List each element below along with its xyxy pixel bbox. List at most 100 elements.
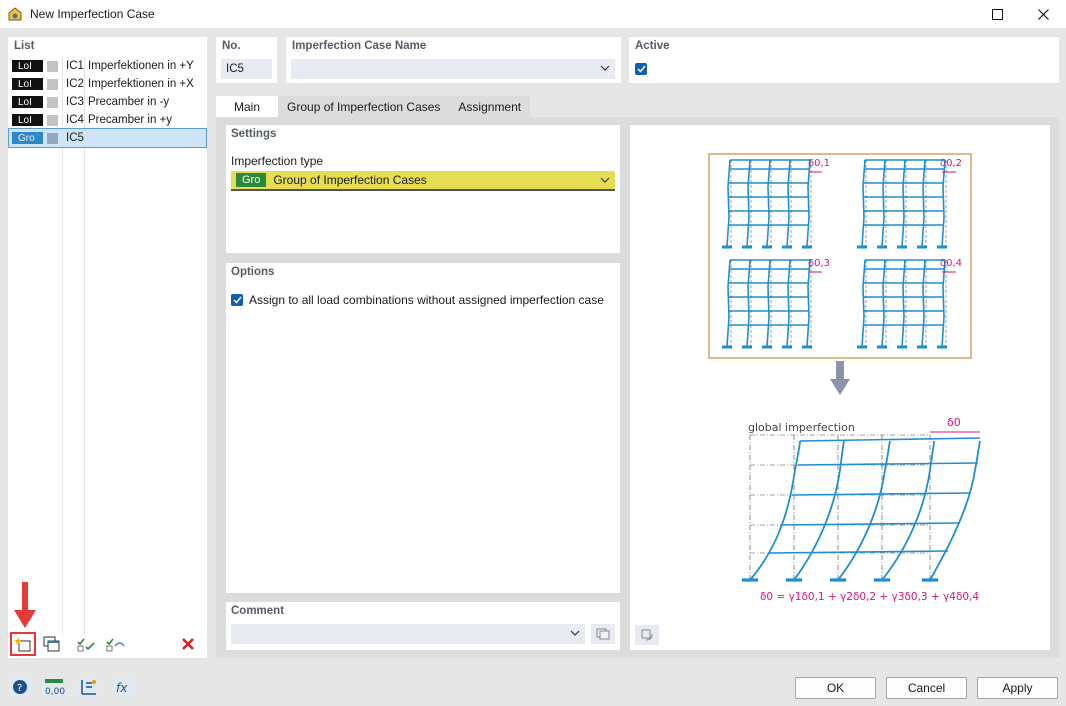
active-checkbox[interactable] (635, 63, 647, 75)
maximize-button[interactable] (974, 0, 1020, 28)
check-all-button[interactable] (76, 634, 98, 654)
color-swatch (47, 60, 58, 72)
settings-section: Settings Imperfection type Gro Group of … (226, 125, 620, 253)
rotate-view-icon (641, 629, 653, 641)
color-swatch (47, 114, 58, 126)
name-panel: Imperfection Case Name (286, 37, 621, 83)
number-label: No. (222, 40, 241, 52)
list-item-description: Precamber in +y (88, 114, 173, 126)
list-item-selected[interactable]: Gro IC5 (8, 128, 207, 148)
frame-2 (855, 158, 949, 249)
red-arrow-icon (14, 582, 36, 628)
list-item-code: IC5 (66, 132, 84, 144)
svg-text:?: ? (17, 683, 22, 694)
name-label: Imperfection Case Name (292, 40, 427, 52)
global-frame (742, 434, 981, 582)
list-item-code: IC4 (66, 114, 84, 126)
function-icon: fx (113, 677, 135, 697)
chevron-down-icon (570, 630, 580, 636)
cancel-button[interactable]: Cancel (886, 677, 967, 699)
list-item[interactable]: LoI IC3 Precamber in -y (9, 93, 206, 111)
list-item-description: Precamber in -y (88, 96, 170, 108)
dialog-footer: ? 0,00 fx OK Cancel Apply (0, 664, 1066, 706)
global-imperfection-label: global imperfection (748, 421, 855, 434)
window-title: New Imperfection Case (30, 7, 155, 21)
frame-1 (720, 158, 814, 249)
list-item-description: Imperfektionen in +Y (88, 60, 194, 72)
options-header: Options (231, 266, 275, 278)
apply-button[interactable]: Apply (977, 677, 1058, 699)
list-header: List (14, 40, 35, 52)
ok-button[interactable]: OK (795, 677, 876, 699)
delete-icon (182, 638, 194, 650)
toggle-check-icon (106, 638, 125, 652)
delta-label-1: δ0,1 (808, 158, 830, 173)
model-view-icon (78, 677, 100, 697)
frame-4 (855, 258, 949, 349)
units-button[interactable]: 0,00 (42, 675, 66, 699)
help-icon: ? (9, 677, 31, 697)
type-tag: LoI (12, 60, 43, 72)
list-toolbar (8, 631, 207, 657)
copy-item-button[interactable] (41, 634, 63, 654)
list-item[interactable]: LoI IC4 Precamber in +y (9, 111, 206, 129)
title-bar: New Imperfection Case (0, 0, 1066, 28)
name-combobox[interactable] (291, 59, 615, 79)
tab-assignment[interactable]: Assignment (449, 96, 531, 117)
delta-text-4: δ0,4 (940, 258, 962, 269)
down-arrow-icon (830, 361, 850, 395)
list-items: LoI IC1 Imperfektionen in +Y LoI IC2 Imp… (8, 57, 207, 148)
svg-text:fx: fx (116, 681, 128, 695)
copy-icon (43, 636, 60, 652)
help-button[interactable]: ? (8, 675, 32, 699)
imperfection-type-value: Group of Imperfection Cases (273, 173, 427, 187)
formula-button[interactable]: fx (112, 675, 136, 699)
settings-header: Settings (231, 128, 277, 140)
model-view-button[interactable] (77, 675, 101, 699)
color-swatch (47, 96, 58, 108)
checklist-icon (77, 638, 95, 652)
diagram-rotate-button[interactable] (635, 625, 659, 645)
delta-text-2: δ0,2 (940, 158, 962, 169)
tab-group-of-imperfection-cases[interactable]: Group of Imperfection Cases (278, 96, 450, 117)
list-item[interactable]: LoI IC1 Imperfektionen in +Y (9, 57, 206, 75)
number-field[interactable]: IC5 (221, 59, 272, 79)
close-icon (1037, 8, 1049, 20)
delta-text-3: δ0,3 (808, 258, 830, 269)
comment-header: Comment (231, 605, 285, 617)
library-icon (596, 628, 610, 640)
imperfection-type-tag: Gro (236, 173, 267, 187)
tab-main[interactable]: Main (216, 96, 279, 117)
list-item-description: Imperfektionen in +X (88, 78, 194, 90)
frame-3 (720, 258, 814, 349)
new-item-button[interactable] (10, 632, 36, 656)
check-icon (636, 65, 646, 73)
type-tag: LoI (12, 78, 43, 90)
imperfection-type-select[interactable]: Gro Group of Imperfection Cases (231, 171, 615, 191)
imperfection-type-label: Imperfection type (231, 154, 324, 168)
delta-text-1: δ0,1 (808, 158, 830, 169)
color-swatch (47, 132, 58, 144)
options-section: Options Assign to all load combinations … (226, 263, 620, 593)
svg-text:0,00: 0,00 (45, 687, 65, 697)
list-item-code: IC2 (66, 78, 84, 90)
assign-checkbox[interactable] (231, 294, 243, 306)
chevron-down-icon (600, 65, 610, 71)
close-button[interactable] (1020, 0, 1066, 28)
comment-library-button[interactable] (591, 624, 615, 644)
active-panel: Active (629, 37, 1059, 83)
list-panel: List LoI IC1 Imperfektionen in +Y LoI IC… (8, 37, 207, 658)
assign-label: Assign to all load combinations without … (249, 293, 604, 307)
maximize-icon (991, 8, 1003, 20)
delete-item-button[interactable] (177, 634, 199, 654)
chevron-down-icon (600, 177, 610, 183)
list-item[interactable]: LoI IC2 Imperfektionen in +X (9, 75, 206, 93)
delta-label-3: δ0,3 (808, 258, 830, 273)
imperfection-diagram: δ0,1 δ0,2 δ0,3 δ0,4 global imperfection … (708, 153, 981, 603)
delta-label-2: δ0,2 (940, 158, 962, 173)
tab-bar: Main Group of Imperfection Cases Assignm… (216, 96, 531, 117)
toggle-check-button[interactable] (105, 634, 127, 654)
diagram-panel: δ0,1 δ0,2 δ0,3 δ0,4 global imperfection … (630, 125, 1050, 650)
comment-combobox[interactable] (231, 624, 585, 644)
assign-option[interactable]: Assign to all load combinations without … (231, 293, 604, 307)
